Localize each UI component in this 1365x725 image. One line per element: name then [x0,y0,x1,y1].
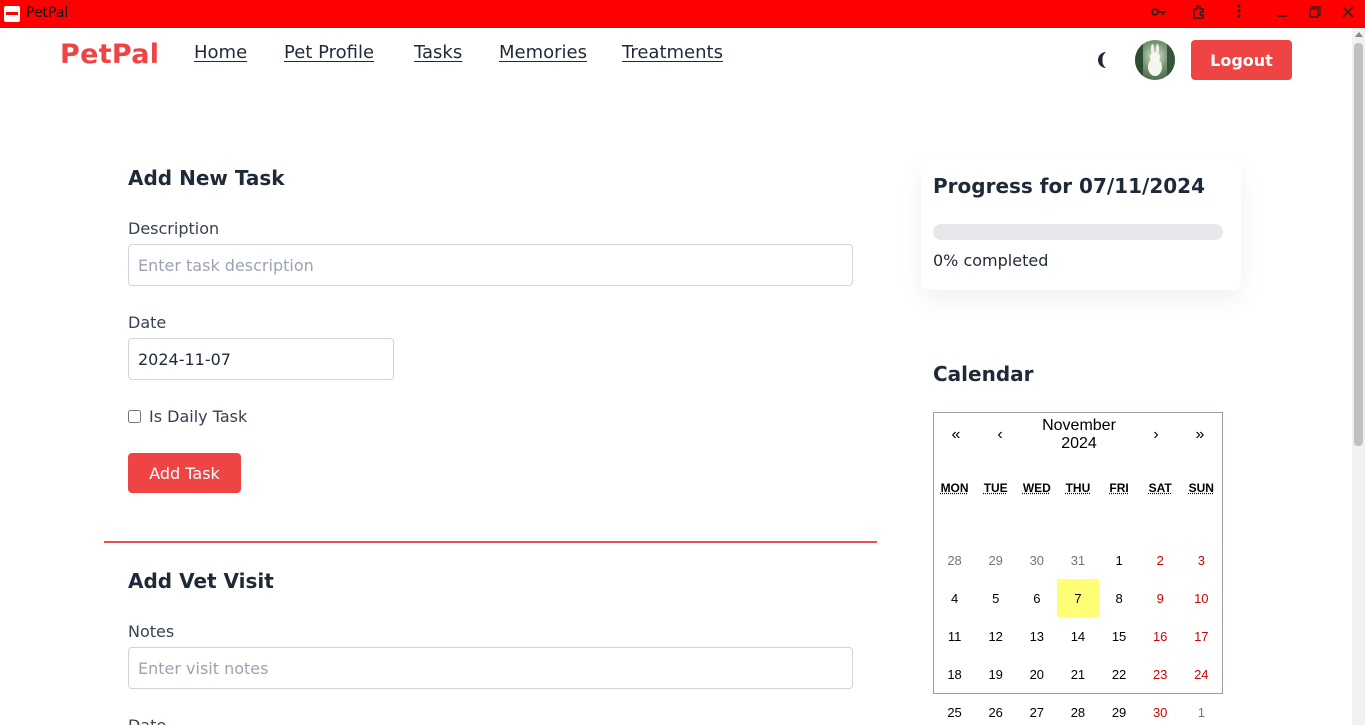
progress-bar [933,224,1223,240]
add-vet-visit-heading: Add Vet Visit [128,569,274,593]
calendar-weekday: MON [934,481,975,495]
calendar-day[interactable]: 8 [1099,579,1140,617]
brand-logo[interactable]: PetPal [60,39,159,70]
calendar-weekday: WED [1016,481,1057,495]
add-task-heading: Add New Task [128,166,285,190]
vet-date-label: Date [128,716,166,725]
calendar-day[interactable]: 3 [1181,541,1222,579]
calendar-weekday: SAT [1140,481,1181,495]
calendar-day[interactable]: 24 [1181,655,1222,693]
window-title: PetPal [26,5,68,21]
calendar-day[interactable]: 30 [1140,693,1181,725]
calendar-weekdays: MON TUE WED THU FRI SAT SUN [934,481,1222,495]
nav-link-treatments[interactable]: Treatments [622,42,723,63]
calendar-day[interactable]: 9 [1140,579,1181,617]
task-date-input[interactable] [128,338,394,380]
calendar-weekday: FRI [1099,481,1140,495]
visit-notes-input[interactable] [128,647,853,689]
calendar-day[interactable]: 16 [1140,617,1181,655]
calendar-day[interactable]: 28 [1057,693,1098,725]
progress-status: 0% completed [933,251,1048,270]
calendar-day[interactable]: 28 [934,541,975,579]
calendar-day-today[interactable]: 7 [1057,579,1098,617]
close-icon[interactable] [1336,4,1360,24]
calendar: « ‹ November 2024 › » MON TUE WED THU FRI SAT… [933,412,1223,694]
calendar-weekday: THU [1057,481,1098,495]
task-date-label: Date [128,313,166,332]
calendar-day[interactable]: 17 [1181,617,1222,655]
scroll-up-arrow-icon[interactable] [1354,30,1363,40]
daily-task-label[interactable]: Is Daily Task [149,407,247,426]
calendar-heading: Calendar [933,362,1034,386]
calendar-day[interactable]: 2 [1140,541,1181,579]
calendar-next-year-button[interactable]: » [1178,425,1222,445]
calendar-days: 28 29 30 31 1 2 3 4 5 6 7 8 9 10 11 12 13 14 15 16 17 18 19 20 2… [934,541,1222,725]
calendar-day[interactable]: 26 [975,693,1016,725]
calendar-day[interactable]: 27 [1016,693,1057,725]
calendar-day[interactable]: 4 [934,579,975,617]
section-divider [104,541,877,543]
more-menu-icon[interactable] [1227,4,1251,24]
dark-mode-toggle-icon[interactable] [1092,49,1114,71]
nav-link-home[interactable]: Home [194,42,247,63]
calendar-day[interactable]: 29 [975,541,1016,579]
calendar-day[interactable]: 11 [934,617,975,655]
calendar-next-month-button[interactable]: › [1134,425,1178,445]
calendar-day[interactable]: 14 [1057,617,1098,655]
calendar-day[interactable]: 20 [1016,655,1057,693]
calendar-month-label[interactable]: November 2024 [1030,417,1128,453]
calendar-day[interactable]: 30 [1016,541,1057,579]
calendar-day[interactable]: 12 [975,617,1016,655]
nav-link-tasks[interactable]: Tasks [414,42,462,63]
calendar-prev-year-button[interactable]: « [934,425,978,445]
calendar-day[interactable]: 18 [934,655,975,693]
calendar-prev-month-button[interactable]: ‹ [978,425,1022,445]
calendar-weekday: SUN [1181,481,1222,495]
calendar-weekday: TUE [975,481,1016,495]
task-description-input[interactable] [128,244,853,286]
calendar-day[interactable]: 6 [1016,579,1057,617]
description-label: Description [128,219,219,238]
calendar-day[interactable]: 1 [1099,541,1140,579]
calendar-day[interactable]: 31 [1057,541,1098,579]
calendar-day[interactable]: 1 [1181,693,1222,725]
add-task-button[interactable]: Add Task [128,453,241,493]
app-favicon-icon [4,6,20,22]
window-titlebar: PetPal [0,0,1365,28]
user-avatar[interactable] [1135,40,1175,80]
calendar-day[interactable]: 19 [975,655,1016,693]
logout-button[interactable]: Logout [1191,40,1292,80]
calendar-day[interactable]: 10 [1181,579,1222,617]
calendar-day[interactable]: 23 [1140,655,1181,693]
minimize-icon[interactable] [1270,4,1294,24]
calendar-day[interactable]: 13 [1016,617,1057,655]
extensions-icon[interactable] [1187,4,1211,24]
nav-link-pet-profile[interactable]: Pet Profile [284,42,374,63]
calendar-day[interactable]: 22 [1099,655,1140,693]
progress-heading: Progress for 07/11/2024 [933,174,1205,198]
calendar-day[interactable]: 5 [975,579,1016,617]
nav-link-memories[interactable]: Memories [499,42,587,63]
calendar-day[interactable]: 25 [934,693,975,725]
daily-task-checkbox[interactable] [128,410,141,423]
calendar-day[interactable]: 15 [1099,617,1140,655]
calendar-day[interactable]: 29 [1099,693,1140,725]
notes-label: Notes [128,622,174,641]
key-icon[interactable] [1147,4,1171,24]
calendar-day[interactable]: 21 [1057,655,1098,693]
restore-icon[interactable] [1303,4,1327,24]
scrollbar-thumb[interactable] [1354,43,1363,446]
